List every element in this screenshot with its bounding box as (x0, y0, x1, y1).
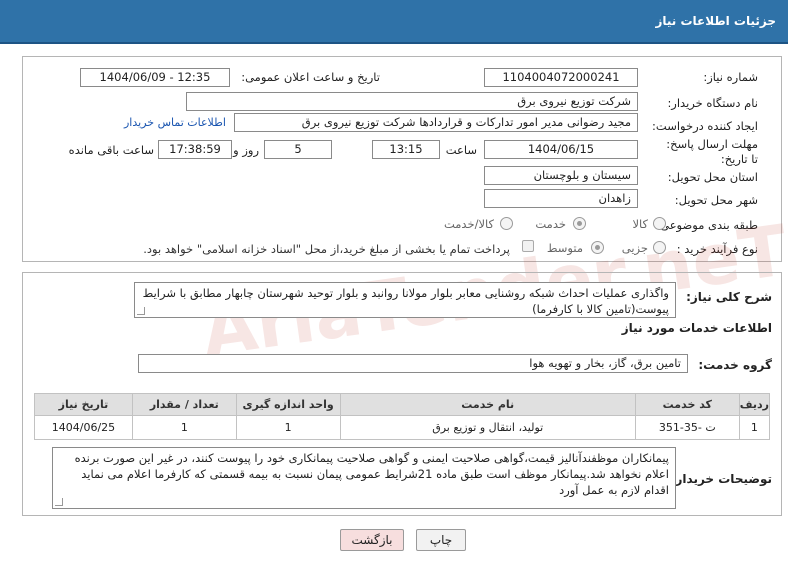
resize-handle-icon[interactable] (137, 307, 145, 315)
remaining-time-field: 17:38:59 (158, 140, 232, 159)
cell-unit: 1 (235, 415, 341, 440)
category-option-goods-service: کالا/خدمت (443, 217, 494, 231)
page-title: جزئیات اطلاعات نیاز (655, 14, 776, 28)
back-button[interactable]: بازگشت (340, 529, 404, 551)
remaining-time-label: ساعت باقی مانده (68, 143, 154, 157)
creator-label: ایجاد کننده درخواست: (652, 119, 758, 133)
summary-label: شرح کلی نیاز: (686, 290, 772, 304)
announce-date-field: 1404/06/09 - 12:35 (80, 68, 230, 87)
col-quantity: تعداد / مقدار (131, 393, 237, 416)
process-option-medium: متوسط (546, 241, 583, 255)
announce-date-label: تاریخ و ساعت اعلان عمومی: (241, 70, 380, 84)
buyer-field: شرکت توزیع نیروی برق (186, 92, 638, 111)
deadline-label: مهلت ارسال پاسخ: تا تاریخ: (666, 137, 758, 166)
province-field: سیستان و بلوچستان (484, 166, 638, 185)
need-number-label: شماره نیاز: (703, 70, 758, 84)
city-label: شهر محل تحویل: (674, 193, 758, 207)
service-group-field: تامین برق، گاز، بخار و تهویه هوا (138, 354, 688, 373)
services-table: تاریخ نیاز تعداد / مقدار واحد اندازه گیر… (34, 393, 771, 440)
creator-field: مجید رضوانی مدیر امور تدارکات و قرارداده… (234, 113, 638, 132)
city-field: زاهدان (484, 189, 638, 208)
services-section-title: اطلاعات خدمات مورد نیاز (621, 321, 772, 335)
province-label: استان محل تحویل: (667, 170, 758, 184)
buyer-notes-box: پیمانکاران موظفندآنالیز قیمت،گواهی صلاحی… (52, 447, 676, 509)
process-option-minor: جزیی (621, 241, 648, 255)
resize-handle-icon[interactable] (55, 498, 63, 506)
buyer-notes-label: توضیحات خریدار: (670, 472, 772, 486)
category-radio-goods-service[interactable] (500, 217, 513, 230)
col-unit: واحد اندازه گیری (235, 393, 341, 416)
days-remaining-field: 5 (264, 140, 332, 159)
table-row: 1404/06/25 1 1 تولید، انتقال و توزیع برق… (34, 415, 771, 440)
deadline-time-field: 13:15 (372, 140, 440, 159)
need-number-field: 1104004072000241 (484, 68, 638, 87)
treasury-payment-note: پرداخت تمام یا بخشی از مبلغ خرید،از محل … (143, 242, 510, 256)
process-label: نوع فرآیند خرید : (676, 242, 758, 256)
print-button[interactable]: چاپ (416, 529, 466, 551)
category-label: طبقه بندی موضوعی: (656, 218, 758, 232)
process-radio-minor[interactable] (653, 241, 666, 254)
buyer-contact-link[interactable]: اطلاعات تماس خریدار (124, 116, 226, 129)
deadline-time-label: ساعت (445, 143, 477, 157)
col-row-number: ردیف (738, 393, 771, 416)
cell-service-name: تولید، انتقال و توزیع برق (339, 415, 636, 440)
category-radio-service[interactable] (573, 217, 586, 230)
cell-need-date: 1404/06/25 (34, 415, 133, 440)
category-radio-goods[interactable] (653, 217, 666, 230)
cell-quantity: 1 (131, 415, 237, 440)
page-header: جزئیات اطلاعات نیاز (0, 0, 788, 44)
buyer-label: نام دستگاه خریدار: (667, 96, 758, 110)
table-header-row: تاریخ نیاز تعداد / مقدار واحد اندازه گیر… (34, 393, 771, 416)
deadline-date-field: 1404/06/15 (484, 140, 638, 159)
col-service-code: کد خدمت (634, 393, 740, 416)
treasury-payment-checkbox[interactable] (522, 240, 534, 252)
category-option-goods: کالا (632, 217, 648, 231)
col-service-name: نام خدمت (339, 393, 636, 416)
process-radio-medium[interactable] (591, 241, 604, 254)
service-group-label: گروه خدمت: (698, 358, 772, 372)
category-option-service: خدمت (535, 217, 566, 231)
days-label: روز و (233, 143, 259, 157)
summary-text-box: واگذاری عملیات احداث شبکه روشنایی معابر … (134, 282, 676, 318)
col-need-date: تاریخ نیاز (34, 393, 133, 416)
cell-row-number: 1 (738, 415, 771, 440)
cell-service-code: ت -35-351 (634, 415, 740, 440)
